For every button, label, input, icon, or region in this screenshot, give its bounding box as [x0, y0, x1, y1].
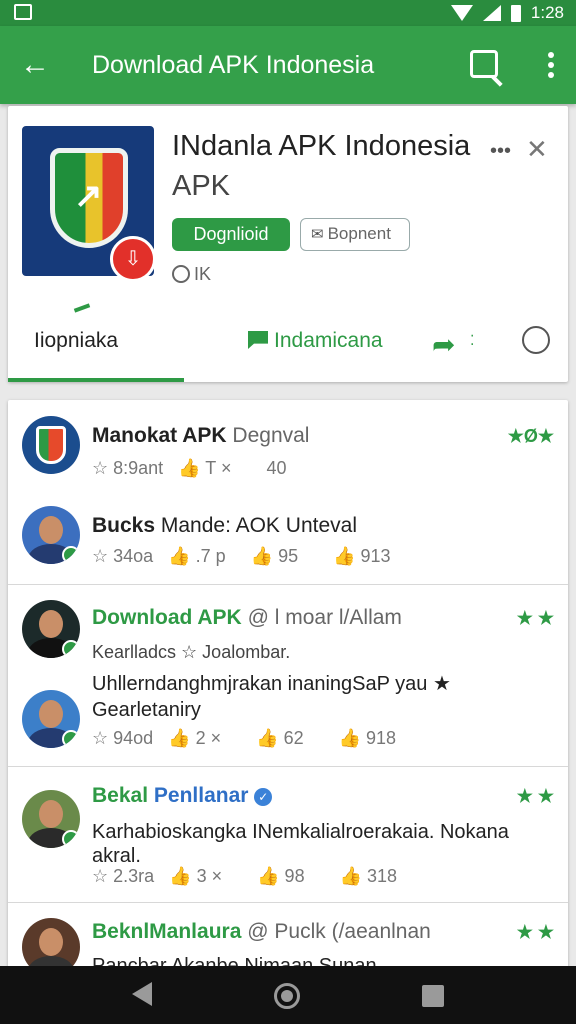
- app-bar-title: Download APK Indonesia: [92, 51, 375, 79]
- app-subtitle: APK: [172, 170, 231, 202]
- avatar[interactable]: [22, 690, 80, 748]
- bookmark-button[interactable]: ✉ Bopnent: [300, 218, 410, 251]
- post-stats: ☆ 8:9ant 👍 T × 40: [92, 458, 287, 478]
- search-icon[interactable]: [470, 50, 498, 78]
- download-badge-icon: ⇩: [110, 236, 156, 282]
- more-options-icon[interactable]: [548, 52, 554, 78]
- clock-icon: [172, 265, 190, 283]
- app-header-card: ↗ ⇩ INdanla APK Indonesia APK ••• ✕ Dogn…: [8, 106, 568, 382]
- rating-stars: ★ ★: [516, 608, 554, 628]
- post-author[interactable]: BeknlManlaura @ Puclk (/aeanlnan: [92, 918, 431, 946]
- app-name: INdanla APK Indonesia: [172, 130, 471, 162]
- nav-recents-icon[interactable]: [422, 985, 444, 1007]
- bookmark-icon: ✉: [311, 226, 324, 243]
- overflow-dots-icon[interactable]: •••: [490, 140, 511, 163]
- wifi-icon: [450, 5, 473, 21]
- feed-card: Manokat APK Degnval ★Ø★ ☆ 8:9ant 👍 T × 4…: [8, 400, 568, 970]
- battery-icon: [510, 4, 521, 22]
- tab-bar: Iiopniaka Indamicana ➦ ⁚: [8, 302, 568, 382]
- rating-stars: ★Ø★: [507, 426, 554, 446]
- post-text: Karhabioskangka INemkalialroerakaia. Nok…: [92, 821, 509, 843]
- navigation-bar: [0, 966, 576, 1024]
- post-author[interactable]: Manokat APK Degnval: [92, 422, 309, 450]
- flag-icon: [248, 331, 268, 349]
- tab-indicator: [8, 378, 184, 382]
- tab-second[interactable]: Indamicana: [248, 326, 383, 356]
- signal-icon: [482, 5, 501, 21]
- share-icon[interactable]: ➦: [432, 328, 455, 361]
- app-bar: ← Download APK Indonesia: [0, 26, 576, 104]
- avatar[interactable]: [22, 600, 80, 658]
- post-author[interactable]: Bucks Mande: AOK Unteval: [92, 512, 357, 540]
- post-stats: ☆ 34oa 👍 .7 p 👍 95 👍 913: [92, 546, 391, 566]
- post-text: akral.: [92, 845, 141, 867]
- status-time: 1:28: [530, 3, 564, 22]
- clock-meta: IK: [172, 264, 211, 285]
- status-bar: 1:28: [0, 0, 576, 26]
- post-meta-line: Kearlladcs ☆ Joalombar.: [92, 642, 291, 662]
- back-arrow-icon[interactable]: ←: [18, 48, 52, 82]
- post-author[interactable]: Download APK @ l moar l/Allam: [92, 604, 402, 632]
- rating-stars: ★ ★: [516, 786, 554, 806]
- post-stats: ☆ 2.3ra 👍 3 × 👍 98 👍 318: [92, 866, 398, 886]
- post-stats: ☆ 94od 👍 2 × 👍 62 👍 918: [92, 728, 397, 748]
- close-icon[interactable]: ✕: [526, 134, 548, 165]
- download-button[interactable]: Dognlioid: [172, 218, 290, 251]
- avatar[interactable]: [22, 790, 80, 848]
- chat-icon[interactable]: [522, 326, 550, 354]
- avatar[interactable]: [22, 506, 80, 564]
- nav-back-icon[interactable]: [132, 982, 152, 1006]
- post-text: Uhllerndanghmjrakan inaningSaP yau ★: [92, 673, 451, 695]
- verified-icon: ✓: [254, 788, 273, 806]
- nav-home-icon[interactable]: [274, 983, 300, 1009]
- image-notification-icon: [14, 4, 32, 20]
- avatar[interactable]: [22, 918, 80, 970]
- post-text: Gearletaniry: [92, 699, 201, 721]
- rating-stars: ★ ★: [516, 922, 554, 942]
- tab-first[interactable]: Iiopniaka: [34, 326, 118, 356]
- share-dots-icon: ⁚: [470, 332, 475, 348]
- avatar[interactable]: [22, 416, 80, 474]
- post-author[interactable]: Bekal Penllanar ✓: [92, 782, 273, 810]
